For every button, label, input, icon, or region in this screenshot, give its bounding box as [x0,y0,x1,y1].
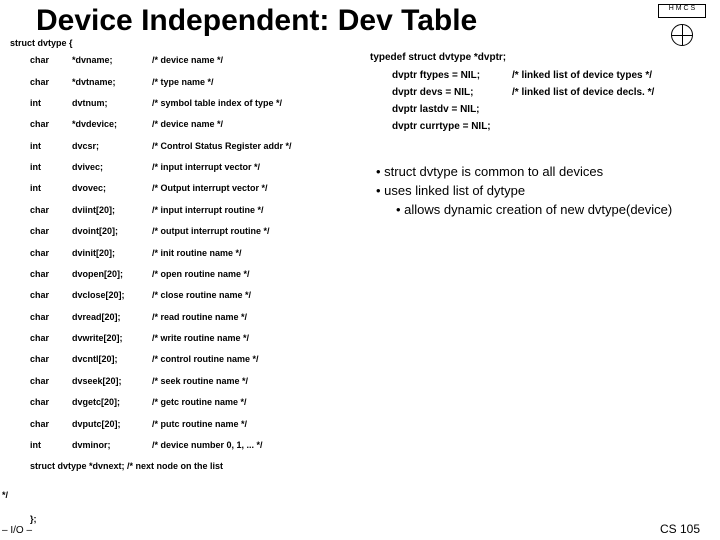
field-row: intdvivec;/* input interrupt vector */ [30,157,370,178]
footer-io: – I/O – [2,525,32,536]
field-row: chardvgetc[20];/* getc routine name */ [30,392,370,413]
typedef-row: dvptr lastdv = NIL; [370,101,720,118]
typedef-row: dvptr ftypes = NIL;/* linked list of dev… [370,67,720,84]
field-row: char*dvdevice;/* device name */ [30,114,370,135]
field-row: chardvseek[20];/* seek routine name */ [30,371,370,392]
struct-close: }; [24,510,37,524]
bullet-2: • uses linked list of dytype [376,182,710,201]
content: char*dvname;/* device name */ char*dvtna… [0,50,720,476]
typedef-line: typedef struct dvtype *dvptr; [370,52,720,67]
field-row: intdvovec;/* Output interrupt vector */ [30,178,370,199]
field-row: chardviint[20];/* input interrupt routin… [30,200,370,221]
right-col: typedef struct dvtype *dvptr; dvptr ftyp… [370,50,720,476]
footer-course: CS 105 [660,522,700,536]
struct-next: struct dvtype *dvnext; /* next node on t… [30,456,370,476]
bullets: • struct dvtype is common to all devices… [370,135,720,220]
field-row: intdvtnum;/* symbol table index of type … [30,93,370,114]
field-row: chardvread[20];/* read routine name */ [30,307,370,328]
logo-text: H M C S [658,4,706,18]
logo-badge: H M C S [652,4,712,54]
field-row: chardvoint[20];/* output interrupt routi… [30,221,370,242]
typedef-row: dvptr currtype = NIL; [370,118,720,135]
field-row: char*dvtname;/* type name */ [30,71,370,92]
bullet-1: • struct dvtype is common to all devices [376,163,710,182]
field-row: intdvminor;/* device number 0, 1, ... */ [30,435,370,456]
field-row: chardvputc[20];/* putc routine name */ [30,413,370,434]
end-comment: */ [2,490,8,500]
typedef-row: dvptr devs = NIL;/* linked list of devic… [370,84,720,101]
field-row: chardvcntl[20];/* control routine name *… [30,349,370,370]
field-row: intdvcsr;/* Control Status Register addr… [30,136,370,157]
field-row: chardvinit[20];/* init routine name */ [30,242,370,263]
field-row: chardvopen[20];/* open routine name */ [30,264,370,285]
struct-body: char*dvname;/* device name */ char*dvtna… [0,50,370,476]
bullet-3: • allows dynamic creation of new dvtype(… [376,201,710,220]
page-title: Device Independent: Dev Table [0,0,720,38]
struct-open: struct dvtype { [0,38,720,50]
field-row: char*dvname;/* device name */ [30,50,370,71]
wheel-icon [671,24,693,46]
field-row: chardvwrite[20];/* write routine name */ [30,328,370,349]
field-row: chardvclose[20];/* close routine name */ [30,285,370,306]
